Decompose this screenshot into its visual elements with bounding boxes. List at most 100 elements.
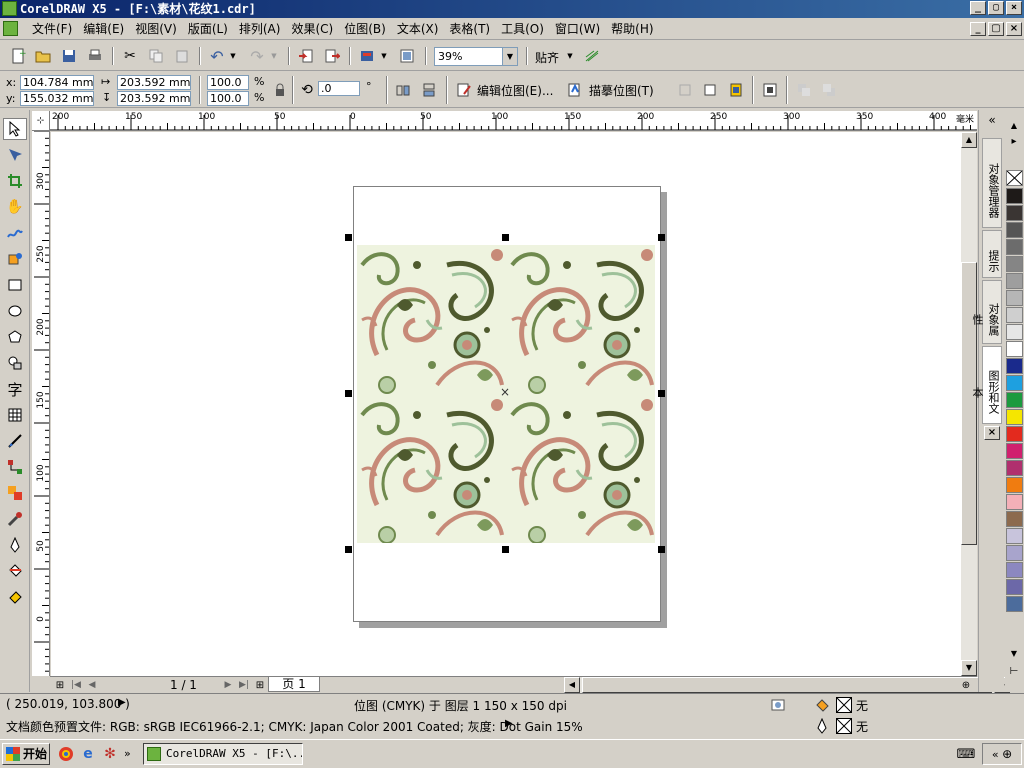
color-swatch[interactable] xyxy=(1006,290,1023,306)
expand-dockers-icon[interactable]: « xyxy=(982,110,1002,130)
color-swatch[interactable] xyxy=(1006,596,1023,612)
close-button[interactable]: × xyxy=(1006,1,1022,15)
mirror-horizontal-icon[interactable] xyxy=(393,80,413,100)
color-swatch[interactable] xyxy=(1006,392,1023,408)
resize-handle-top-right[interactable] xyxy=(658,234,665,241)
fill-indicator-icon[interactable] xyxy=(812,695,832,715)
rectangle-tool-icon[interactable] xyxy=(3,274,27,296)
menu-text[interactable]: 文本(X) xyxy=(395,21,448,37)
lock-ratio-icon[interactable] xyxy=(270,80,290,100)
scale-height-input[interactable]: 100.0 xyxy=(207,91,249,106)
color-swatch[interactable] xyxy=(1006,324,1023,340)
color-swatch[interactable] xyxy=(1006,256,1023,272)
color-swatch[interactable] xyxy=(1006,273,1023,289)
new-document-icon[interactable]: + xyxy=(8,46,28,66)
scroll-left-icon[interactable]: ◀ xyxy=(564,677,580,693)
resize-handle-bottom[interactable] xyxy=(502,546,509,553)
application-launcher-icon[interactable] xyxy=(357,46,377,66)
color-swatch[interactable] xyxy=(1006,511,1023,527)
start-button[interactable]: 开始 xyxy=(2,743,50,765)
rotation-angle-input[interactable]: .0 xyxy=(318,81,360,96)
menu-table[interactable]: 表格(T) xyxy=(447,21,499,37)
interactive-fill-tool-icon[interactable] xyxy=(3,586,27,608)
color-proof-icon[interactable] xyxy=(768,695,788,715)
color-swatch[interactable] xyxy=(1006,341,1023,357)
rotation-center-icon[interactable]: × xyxy=(500,385,510,399)
color-swatch[interactable] xyxy=(1006,239,1023,255)
ie-quicklaunch-icon[interactable]: e xyxy=(78,744,98,764)
crop-bitmap-icon[interactable] xyxy=(675,80,695,100)
width-input[interactable]: 203.592 mm xyxy=(117,75,191,90)
color-swatch[interactable] xyxy=(1006,528,1023,544)
smart-fill-tool-icon[interactable] xyxy=(3,248,27,270)
color-swatch[interactable] xyxy=(1006,222,1023,238)
shape-tool-icon[interactable] xyxy=(3,144,27,166)
to-back-icon[interactable] xyxy=(819,80,839,100)
page-tab-1[interactable]: 页 1 xyxy=(268,677,320,692)
trace-bitmap-icon[interactable] xyxy=(565,80,585,100)
close-docker-button[interactable]: × xyxy=(984,426,1000,440)
dimension-tool-icon[interactable] xyxy=(3,430,27,452)
redo-icon[interactable]: ↷ xyxy=(247,46,267,66)
mirror-vertical-icon[interactable] xyxy=(419,80,439,100)
undo-icon[interactable]: ↶ xyxy=(207,46,227,66)
wrap-text-icon[interactable] xyxy=(760,80,780,100)
pan-tool-icon[interactable]: ✋ xyxy=(3,196,27,218)
coreldraw-app-icon[interactable] xyxy=(2,1,17,16)
resize-handle-left[interactable] xyxy=(345,390,352,397)
outline-indicator-icon[interactable] xyxy=(812,716,832,736)
color-swatch[interactable] xyxy=(1006,477,1023,493)
color-swatch[interactable] xyxy=(1006,443,1023,459)
outline-swatch-none[interactable] xyxy=(836,718,852,734)
to-front-icon[interactable] xyxy=(794,80,814,100)
browser-quicklaunch-icon[interactable] xyxy=(56,744,76,764)
menu-bitmaps[interactable]: 位图(B) xyxy=(342,21,395,37)
color-swatch[interactable] xyxy=(1006,562,1023,578)
scroll-down-icon[interactable]: ▼ xyxy=(961,660,977,676)
edit-bitmap-button[interactable]: 编辑位图(E)... xyxy=(477,82,553,99)
outline-pen-tool-icon[interactable] xyxy=(3,534,27,556)
no-color-swatch[interactable] xyxy=(1006,170,1023,186)
previous-page-icon[interactable]: ◀ xyxy=(84,675,100,695)
launcher-dropdown-icon[interactable]: ▼ xyxy=(378,46,390,66)
menu-arrange[interactable]: 排列(A) xyxy=(237,21,290,37)
color-swatch[interactable] xyxy=(1006,409,1023,425)
crop-tool-icon[interactable] xyxy=(3,170,27,192)
docker-tab-graphics-text[interactable]: 图形和文本 xyxy=(971,346,1002,424)
table-tool-icon[interactable] xyxy=(3,404,27,426)
connector-tool-icon[interactable] xyxy=(3,456,27,478)
bitmap-color-mask-icon[interactable] xyxy=(726,80,746,100)
open-icon[interactable] xyxy=(33,46,53,66)
pick-tool-icon[interactable] xyxy=(3,118,27,140)
eyedropper-tool-icon[interactable] xyxy=(3,508,27,530)
trace-bitmap-button[interactable]: 描摹位图(T) xyxy=(589,82,654,99)
edit-bitmap-icon[interactable] xyxy=(454,80,474,100)
menu-view[interactable]: 视图(V) xyxy=(133,21,186,37)
redo-dropdown-icon[interactable]: ▼ xyxy=(268,46,280,66)
palette-scroll-up-icon[interactable]: ▲ xyxy=(1005,118,1023,132)
import-icon[interactable] xyxy=(296,46,316,66)
color-swatch[interactable] xyxy=(1006,545,1023,561)
resize-handle-right[interactable] xyxy=(658,390,665,397)
horizontal-ruler[interactable]: 200 150 100 50 0 50 100 150 200 250 300 … xyxy=(50,111,977,131)
scale-width-input[interactable]: 100.0 xyxy=(207,75,249,90)
resize-handle-bottom-left[interactable] xyxy=(345,546,352,553)
welcome-screen-icon[interactable] xyxy=(397,46,417,66)
doc-close-button[interactable]: × xyxy=(1006,22,1022,36)
snap-dropdown-icon[interactable]: ▼ xyxy=(564,46,576,66)
doc-minimize-button[interactable]: _ xyxy=(970,22,986,36)
resample-icon[interactable] xyxy=(700,80,720,100)
x-position-input[interactable]: 104.784 mm xyxy=(20,75,94,90)
fill-tool-icon[interactable] xyxy=(3,560,27,582)
color-swatch[interactable] xyxy=(1006,358,1023,374)
basic-shapes-tool-icon[interactable] xyxy=(3,352,27,374)
first-page-icon[interactable]: |◀ xyxy=(68,675,84,695)
vertical-scrollbar[interactable]: ▲ ▼ xyxy=(961,132,977,676)
keyboard-tray-icon[interactable]: ⌨ xyxy=(956,744,976,764)
horizontal-scroll-thumb[interactable] xyxy=(582,677,992,693)
zoom-dropdown-icon[interactable]: ▼ xyxy=(502,48,517,65)
color-swatch[interactable] xyxy=(1006,426,1023,442)
ellipse-tool-icon[interactable] xyxy=(3,300,27,322)
snap-to-button[interactable]: 贴齐 xyxy=(535,49,559,66)
color-swatch[interactable] xyxy=(1006,579,1023,595)
